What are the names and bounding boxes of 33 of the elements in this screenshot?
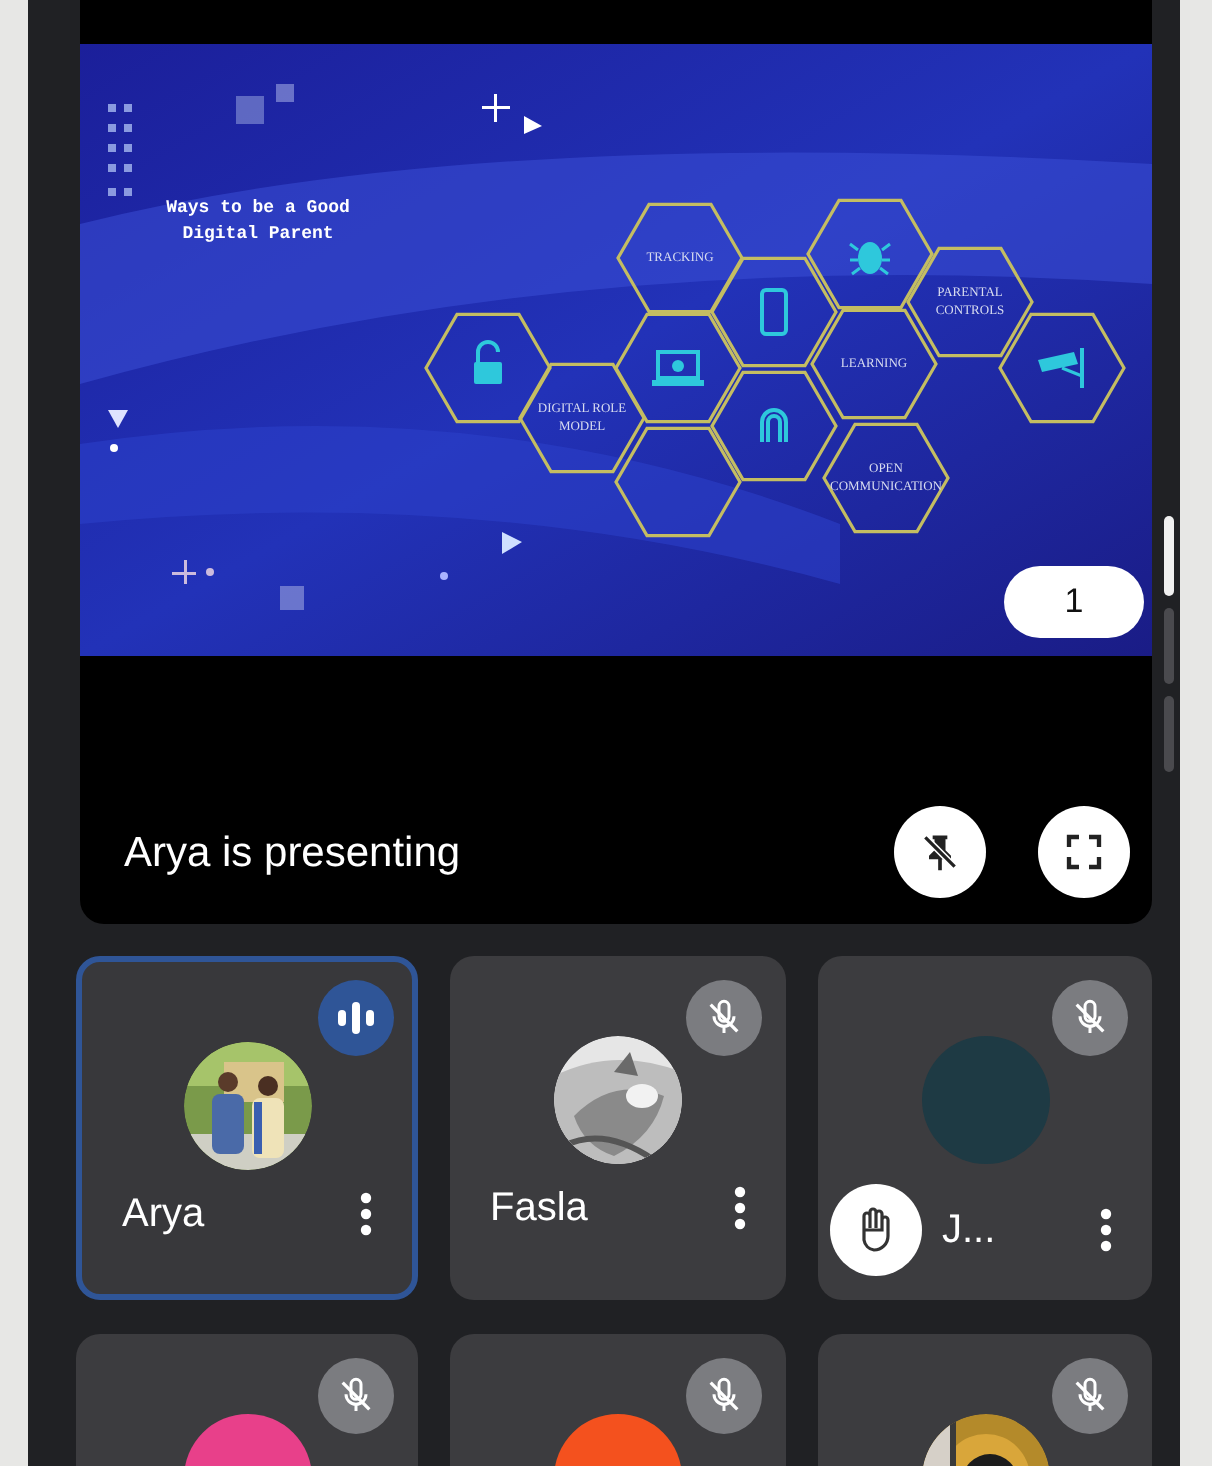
hexagon: [710, 370, 838, 482]
fullscreen-button[interactable]: [1038, 806, 1130, 898]
hexagon: [822, 422, 950, 534]
participant-tile[interactable]: J...: [818, 956, 1152, 1300]
participant-name: J...: [942, 1207, 998, 1253]
hexagon: [810, 308, 938, 420]
participant-name: Fasla: [490, 1185, 590, 1231]
phone-icon: [760, 288, 788, 336]
scrollbar-thumb[interactable]: [1164, 516, 1174, 596]
hexagon: [518, 362, 646, 474]
participant-tile[interactable]: Arya: [76, 956, 418, 1300]
more-vert-icon: [1100, 1206, 1112, 1254]
hexagon: [616, 202, 744, 314]
more-vert-icon: [360, 1190, 372, 1238]
laptop-icon: [652, 350, 704, 386]
hexagon: [906, 246, 1034, 358]
participant-name: Arya: [122, 1191, 207, 1237]
speaking-indicator-icon: [318, 980, 394, 1056]
bug-icon: [848, 242, 892, 276]
presenter-caption: Arya is presenting: [124, 830, 463, 880]
participant-tile[interactable]: Fasla: [450, 956, 786, 1300]
unpin-button[interactable]: [894, 806, 986, 898]
hexagon: [806, 198, 934, 310]
camera-icon: [1038, 348, 1084, 388]
page-number: 1: [1004, 566, 1144, 638]
hexagon: [998, 312, 1126, 424]
more-vert-icon: [734, 1184, 746, 1232]
hexagon: [710, 256, 838, 368]
lock-icon: [474, 340, 502, 384]
slide-title: Ways to be a Good Digital Parent: [164, 196, 352, 248]
fullscreen-icon: [1064, 832, 1104, 872]
hexagon: [614, 426, 742, 538]
unpin-icon: [918, 830, 962, 874]
